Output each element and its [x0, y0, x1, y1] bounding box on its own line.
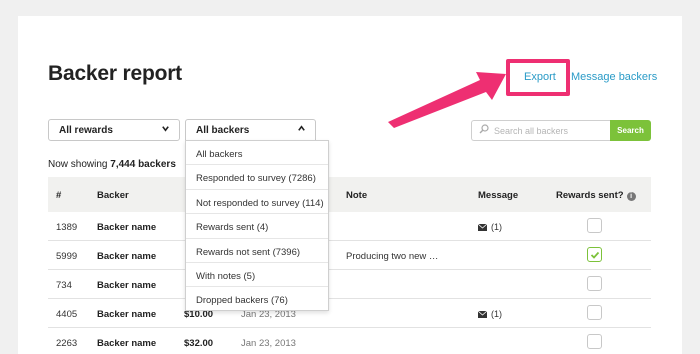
row-message-count: (1): [491, 309, 502, 319]
row-message[interactable]: (1): [477, 222, 502, 232]
page-title: Backer report: [48, 62, 182, 85]
backers-filter-value: All backers: [196, 125, 250, 136]
rewards-sent-checkbox[interactable]: [587, 305, 602, 320]
table-row[interactable]: 5999 Backer name Producing two new …: [48, 241, 651, 270]
row-id: 4405: [56, 309, 78, 320]
dropdown-option[interactable]: Responded to survey (7286): [186, 165, 328, 190]
header-message[interactable]: Message: [478, 190, 518, 201]
chevron-up-icon: [297, 124, 306, 136]
showing-prefix: Now showing: [48, 159, 111, 170]
checkmark-icon: [590, 251, 600, 259]
backers-filter-dropdown: All backers Responded to survey (7286) N…: [185, 140, 329, 311]
chevron-down-icon: [161, 124, 170, 136]
row-date: Jan 23, 2013: [241, 338, 296, 349]
row-backer-name[interactable]: Backer name: [97, 251, 156, 262]
dropdown-option[interactable]: All backers: [186, 141, 328, 166]
row-note: Producing two new …: [346, 251, 439, 262]
header-id[interactable]: #: [56, 190, 61, 201]
rewards-sent-checkbox[interactable]: [587, 218, 602, 233]
row-message[interactable]: (1): [477, 309, 502, 319]
row-id: 1389: [56, 222, 78, 233]
row-backer-name[interactable]: Backer name: [97, 338, 156, 349]
info-icon[interactable]: i: [626, 192, 636, 201]
rewards-filter-select[interactable]: All rewards: [48, 119, 180, 141]
table-row[interactable]: 734 Backer name: [48, 270, 651, 299]
row-id: 5999: [56, 251, 78, 262]
search-input[interactable]: Search all backers: [471, 120, 612, 141]
rewards-sent-checkbox[interactable]: [587, 247, 602, 262]
row-amount: $32.00: [184, 338, 214, 349]
row-backer-name[interactable]: Backer name: [97, 280, 156, 291]
envelope-icon: [477, 223, 488, 231]
envelope-icon: [477, 310, 488, 318]
row-backer-name[interactable]: Backer name: [97, 309, 156, 320]
search-placeholder: Search all backers: [494, 126, 569, 136]
row-id: 734: [56, 280, 72, 291]
rewards-sent-checkbox[interactable]: [587, 276, 602, 291]
dropdown-option[interactable]: With notes (5): [186, 263, 328, 288]
backers-filter-select[interactable]: All backers: [185, 119, 316, 141]
row-message-count: (1): [491, 222, 502, 232]
dropdown-option[interactable]: Dropped backers (76): [186, 287, 328, 311]
rewards-sent-checkbox[interactable]: [587, 334, 602, 349]
header-rewards-sent[interactable]: Rewards sent? i: [556, 190, 636, 201]
showing-count-value: 7,444 backers: [110, 159, 176, 170]
header-rewards-sent-label: Rewards sent?: [556, 190, 624, 201]
row-id: 2263: [56, 338, 78, 349]
table-row[interactable]: 1389 Backer name (1): [48, 212, 651, 241]
dropdown-option[interactable]: Not responded to survey (114): [186, 190, 328, 215]
table-header: # Backer Note Message Rewards sent? i: [48, 177, 651, 212]
search-icon: [479, 124, 489, 134]
dropdown-option[interactable]: Rewards not sent (7396): [186, 239, 328, 263]
rewards-filter-value: All rewards: [59, 125, 113, 136]
message-backers-link[interactable]: Message backers: [571, 71, 657, 83]
table-row[interactable]: 2263 Backer name $32.00 Jan 23, 2013: [48, 328, 651, 354]
dropdown-option[interactable]: Rewards sent (4): [186, 214, 328, 239]
table-row[interactable]: 4405 Backer name $10.00 Jan 23, 2013 (1): [48, 299, 651, 328]
row-backer-name[interactable]: Backer name: [97, 222, 156, 233]
showing-count: Now showing 7,444 backers: [48, 159, 176, 170]
header-note[interactable]: Note: [346, 190, 367, 201]
export-link[interactable]: Export: [524, 71, 556, 83]
search-button[interactable]: Search: [610, 120, 651, 141]
header-backer[interactable]: Backer: [97, 190, 129, 201]
